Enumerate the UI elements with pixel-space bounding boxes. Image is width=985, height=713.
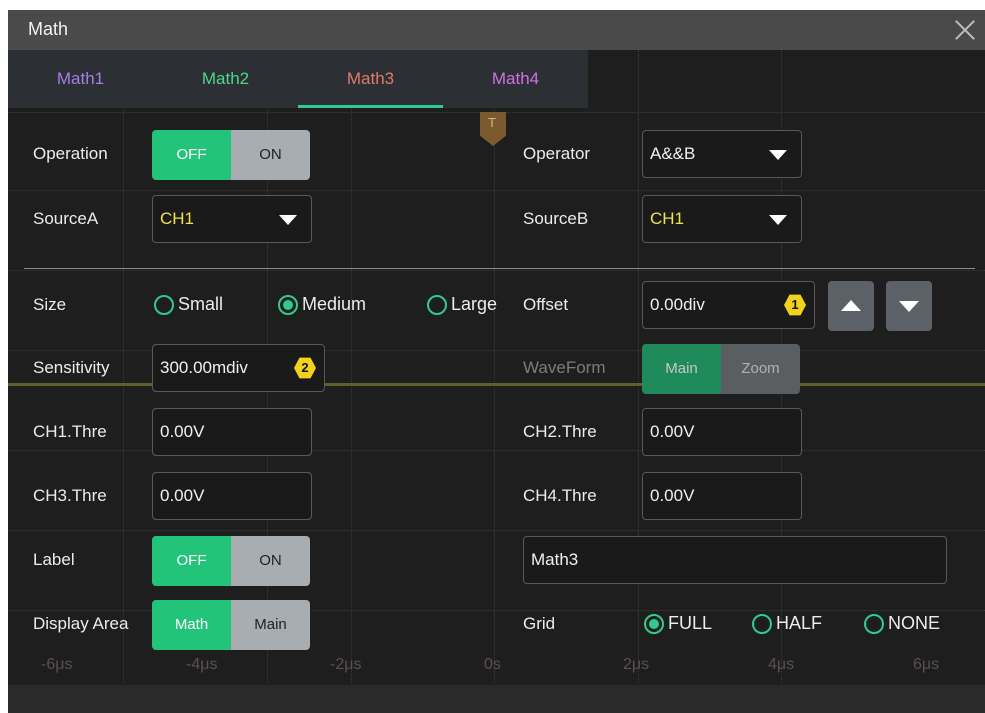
display-area-math-option[interactable]: Math (152, 600, 231, 650)
size-small-radio[interactable]: Small (154, 294, 223, 315)
radio-circle-icon (427, 294, 447, 315)
bottom-status-bar (8, 685, 985, 713)
time-tick: 4μs (768, 656, 795, 673)
display-area-toggle[interactable]: Math Main (152, 600, 310, 650)
operator-label: Operator (523, 144, 591, 163)
sourceA-select[interactable]: CH1 (152, 195, 312, 243)
tab-math1[interactable]: Math1 (8, 50, 153, 108)
offset-down-button[interactable] (886, 281, 932, 331)
grid-label: Grid (523, 614, 556, 633)
size-label: Size (33, 295, 67, 314)
section-divider (24, 268, 975, 269)
offset-up-button[interactable] (828, 281, 874, 331)
time-tick: -6μs (41, 656, 73, 673)
time-tick: 2μs (623, 656, 650, 673)
tab-math4[interactable]: Math4 (443, 50, 588, 108)
ch3-thre-value: 0.00V (160, 486, 205, 505)
chevron-down-icon (769, 150, 787, 160)
operation-on-option[interactable]: ON (231, 130, 310, 180)
arrow-up-icon (841, 300, 861, 311)
operator-value: A&&B (650, 144, 696, 163)
dialog-title: Math (28, 19, 69, 39)
arrow-down-icon (899, 301, 919, 312)
sensitivity-label: Sensitivity (33, 358, 110, 377)
radio-circle-icon (864, 613, 884, 634)
grid-half-radio[interactable]: HALF (752, 613, 822, 634)
offset-value: 0.00div (650, 295, 705, 314)
sourceB-value: CH1 (650, 209, 685, 228)
sensitivity-value: 300.00mdiv (160, 358, 248, 377)
trigger-marker[interactable]: T (480, 112, 506, 146)
label-off-option[interactable]: OFF (152, 536, 231, 586)
operation-toggle[interactable]: OFF ON (152, 130, 310, 180)
time-axis: -6μs -4μs -2μs 0s 2μs 4μs 6μs (8, 656, 985, 676)
operation-off-option[interactable]: OFF (152, 130, 231, 180)
sourceA-value: CH1 (160, 209, 195, 228)
ch2-thre-value: 0.00V (650, 422, 695, 441)
sourceB-select[interactable]: CH1 (642, 195, 802, 243)
grid-full-radio[interactable]: FULL (644, 613, 712, 634)
waveform-label: WaveForm (523, 358, 606, 377)
chevron-down-icon (279, 215, 297, 225)
time-tick: 6μs (913, 656, 940, 673)
knob-1-icon: 1 (784, 294, 806, 316)
ch2-thre-input[interactable]: 0.00V (642, 408, 802, 456)
label-text-input[interactable]: Math3 (523, 536, 947, 584)
ch3-thre-input[interactable]: 0.00V (152, 472, 312, 520)
tab-math2[interactable]: Math2 (153, 50, 298, 108)
ch1-thre-input[interactable]: 0.00V (152, 408, 312, 456)
radio-circle-icon (154, 294, 174, 315)
label-toggle[interactable]: OFF ON (152, 536, 310, 586)
display-area-main-option[interactable]: Main (231, 600, 310, 650)
waveform-main-option[interactable]: Main (642, 344, 721, 394)
time-tick: -2μs (330, 656, 362, 673)
time-tick: 0s (484, 656, 501, 673)
math-tabs: Math1 Math2 Math3 Math4 (8, 50, 588, 108)
grid-none-radio[interactable]: NONE (864, 613, 940, 634)
radio-circle-icon (752, 613, 772, 634)
sensitivity-input[interactable]: 300.00mdiv 2 (152, 344, 325, 392)
close-icon[interactable] (951, 16, 979, 44)
time-tick: -4μs (186, 656, 218, 673)
operation-label: Operation (33, 144, 108, 163)
size-medium-radio[interactable]: Medium (278, 294, 366, 315)
knob-2-icon: 2 (294, 357, 316, 379)
operator-select[interactable]: A&&B (642, 130, 802, 178)
ch4-thre-value: 0.00V (650, 486, 695, 505)
label-text-value: Math3 (531, 550, 579, 569)
waveform-zoom-option[interactable]: Zoom (721, 344, 800, 394)
ch4-thre-label: CH4.Thre (523, 486, 597, 505)
math-dialog: T -6μs -4μs -2μs 0s 2μs 4μs 6μs Math Mat… (8, 10, 985, 713)
label-label: Label (33, 550, 75, 569)
ch1-thre-value: 0.00V (160, 422, 205, 441)
title-bar: Math (8, 10, 985, 50)
offset-input[interactable]: 0.00div 1 (642, 281, 815, 329)
radio-selected-icon (644, 613, 664, 634)
display-area-label: Display Area (33, 614, 129, 633)
ch1-thre-label: CH1.Thre (33, 422, 107, 441)
label-on-option[interactable]: ON (231, 536, 310, 586)
sourceA-label: SourceA (33, 209, 99, 228)
ch4-thre-input[interactable]: 0.00V (642, 472, 802, 520)
size-large-radio[interactable]: Large (427, 294, 497, 315)
radio-selected-icon (278, 294, 298, 315)
ch3-thre-label: CH3.Thre (33, 486, 107, 505)
tab-math3[interactable]: Math3 (298, 50, 443, 108)
sourceB-label: SourceB (523, 209, 589, 228)
ch2-thre-label: CH2.Thre (523, 422, 597, 441)
chevron-down-icon (769, 215, 787, 225)
waveform-toggle[interactable]: Main Zoom (642, 344, 800, 394)
offset-label: Offset (523, 295, 569, 314)
